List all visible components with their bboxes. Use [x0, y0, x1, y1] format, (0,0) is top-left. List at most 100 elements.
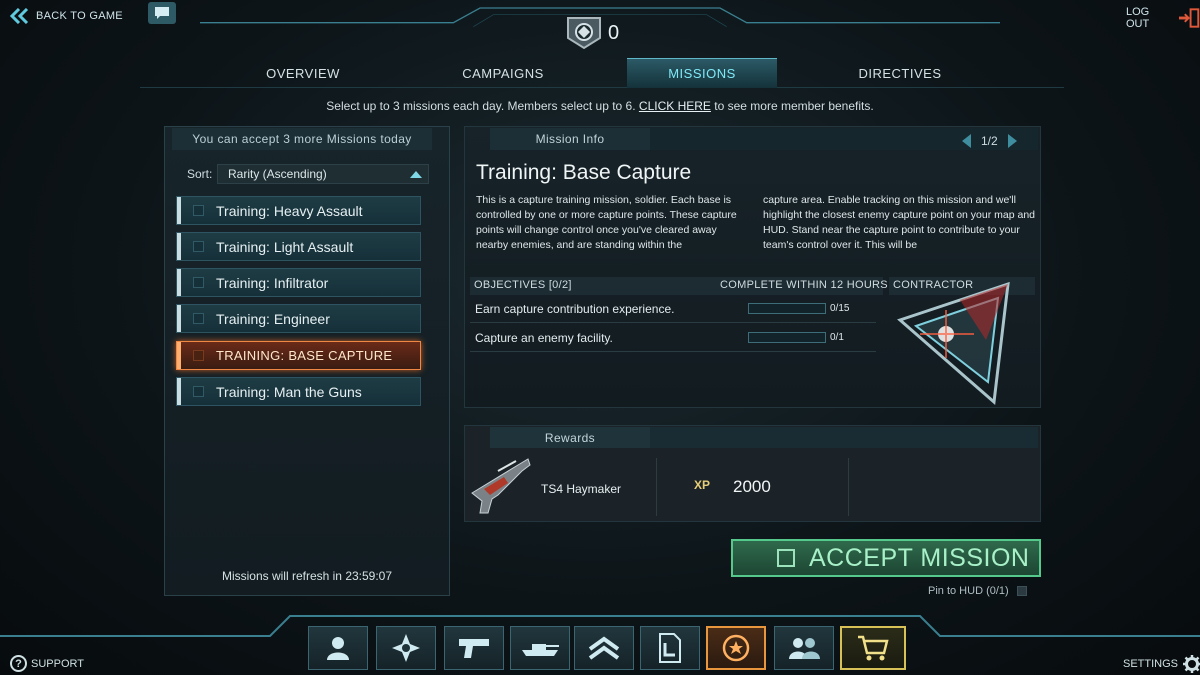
mission-title: Training: Base Capture	[476, 161, 692, 184]
objective-progress-bar	[748, 303, 826, 314]
item-edge	[177, 342, 181, 369]
rewards-header-bar	[650, 427, 1038, 448]
objective-text: Earn capture contribution experience.	[475, 302, 675, 316]
nav-vehicles-button[interactable]	[510, 626, 570, 670]
complete-within-label: COMPLETE WITHIN 12 HOURS	[720, 279, 888, 291]
nav-friends-button[interactable]	[774, 626, 834, 670]
weapon-shotgun-icon	[471, 458, 531, 514]
certs-display: 0	[566, 16, 619, 50]
objective-progress-count: 0/1	[830, 332, 844, 343]
nav-weapons-button[interactable]	[444, 626, 504, 670]
member-info-line: Select up to 3 missions each day. Member…	[0, 99, 1200, 113]
member-info-text: Select up to 3 missions each day. Member…	[326, 99, 639, 113]
friends-icon	[789, 638, 820, 659]
item-edge	[177, 233, 181, 260]
tab-missions[interactable]: MISSIONS	[627, 58, 777, 88]
settings-button[interactable]: SETTINGS	[1123, 655, 1200, 673]
chat-button[interactable]	[148, 2, 176, 24]
item-edge	[177, 269, 181, 296]
reward-divider	[656, 458, 657, 516]
pin-to-hud-label: Pin to HUD (0/1)	[928, 585, 1009, 597]
mission-checkbox[interactable]	[193, 241, 204, 252]
double-chevron-left-icon	[10, 8, 29, 24]
sort-value: Rarity (Ascending)	[228, 167, 327, 181]
mission-checkbox[interactable]	[193, 350, 204, 361]
mission-label: Training: Infiltrator	[216, 274, 329, 291]
log-out-button[interactable]: LOG OUT	[1126, 6, 1200, 30]
chat-bubble-icon	[155, 7, 169, 19]
mission-item[interactable]: Training: Infiltrator	[176, 268, 421, 297]
next-page-icon[interactable]	[1007, 134, 1017, 148]
item-edge	[177, 305, 181, 332]
objective-row: Capture an enemy facility. 0/1	[470, 324, 876, 352]
mission-checkbox[interactable]	[193, 313, 204, 324]
mission-label: TRAINING: BASE CAPTURE	[216, 348, 393, 363]
item-edge	[177, 197, 181, 224]
nav-character-button[interactable]	[308, 626, 368, 670]
missions-medal-icon	[722, 634, 750, 662]
objective-text: Capture an enemy facility.	[475, 331, 613, 345]
gear-icon	[1183, 655, 1200, 673]
mission-item[interactable]: Training: Man the Guns	[176, 377, 421, 406]
back-to-game-button[interactable]: BACK TO GAME	[10, 6, 123, 26]
certs-count: 0	[608, 21, 620, 44]
mission-item[interactable]: Training: Engineer	[176, 304, 421, 333]
tab-overview[interactable]: OVERVIEW	[195, 58, 411, 88]
reward-item-name: TS4 Haymaker	[541, 482, 622, 496]
xp-icon: XP	[694, 478, 711, 492]
pin-to-hud-checkbox[interactable]	[1016, 586, 1027, 596]
page-indicator: 1/2	[981, 134, 998, 148]
refresh-timer: Missions will refresh in 23:59:07	[221, 569, 393, 583]
settings-label: SETTINGS	[1123, 658, 1179, 670]
accept-box-icon	[777, 549, 795, 567]
support-label: SUPPORT	[31, 657, 84, 670]
nav-rank-button[interactable]	[574, 626, 634, 670]
objective-progress-count: 0/15	[830, 303, 850, 314]
nav-outfit-button[interactable]	[376, 626, 436, 670]
back-to-game-label: BACK TO GAME	[36, 10, 123, 22]
nav-missions-button[interactable]	[706, 626, 766, 670]
nav-directives-button[interactable]	[640, 626, 700, 670]
mission-checkbox[interactable]	[193, 277, 204, 288]
tab-directives[interactable]: DIRECTIVES	[792, 58, 1008, 88]
mission-label: Training: Heavy Assault	[216, 202, 363, 219]
mission-description-col1: This is a capture training mission, sold…	[476, 194, 737, 251]
xp-reward-value: 2000	[733, 477, 771, 496]
objective-row: Earn capture contribution experience. 0/…	[470, 295, 876, 323]
tab-campaigns[interactable]: CAMPAIGNS	[395, 58, 611, 88]
log-out-label: LOG OUT	[1126, 6, 1150, 30]
exit-door-icon	[1178, 8, 1200, 28]
mission-item[interactable]: Training: Heavy Assault	[176, 196, 421, 225]
rank-chevron-icon	[588, 636, 620, 660]
mission-item-selected[interactable]: TRAINING: BASE CAPTURE	[176, 341, 421, 370]
mission-label: Training: Engineer	[216, 310, 330, 327]
mission-item[interactable]: Training: Light Assault	[176, 232, 421, 261]
character-icon	[327, 637, 349, 660]
objectives-label: OBJECTIVES [0/2]	[474, 279, 572, 291]
shopping-cart-icon	[858, 635, 889, 661]
prev-page-icon[interactable]	[962, 134, 971, 148]
mission-pager: 1/2	[962, 134, 1017, 148]
item-edge	[177, 378, 181, 405]
pin-to-hud[interactable]: Pin to HUD (0/1)	[928, 585, 1027, 597]
main-tabs: OVERVIEW CAMPAIGNS MISSIONS DIRECTIVES	[140, 58, 1064, 88]
click-here-link[interactable]: CLICK HERE	[639, 99, 711, 113]
directive-document-icon	[659, 633, 681, 663]
mission-checkbox[interactable]	[193, 386, 204, 397]
vehicle-tank-icon	[522, 644, 559, 656]
nav-depot-button[interactable]	[840, 626, 906, 670]
weapon-pistol-icon	[459, 639, 489, 658]
mission-info-header: Mission Info	[490, 128, 650, 150]
reward-divider	[848, 458, 849, 516]
accept-mission-button[interactable]: ACCEPT MISSION	[731, 539, 1041, 577]
cert-shield-icon	[567, 17, 601, 50]
mission-label: Training: Man the Guns	[216, 383, 362, 400]
sort-dropdown[interactable]: Rarity (Ascending)	[217, 164, 429, 184]
rewards-header: Rewards	[490, 427, 650, 448]
support-button[interactable]: ? SUPPORT	[10, 655, 84, 672]
missions-remaining-header: You can accept 3 more Missions today	[172, 128, 432, 150]
mission-checkbox[interactable]	[193, 205, 204, 216]
member-info-text-after: to see more member benefits.	[710, 99, 874, 113]
mission-label: Training: Light Assault	[216, 238, 354, 255]
dropdown-arrow-icon	[410, 171, 422, 178]
